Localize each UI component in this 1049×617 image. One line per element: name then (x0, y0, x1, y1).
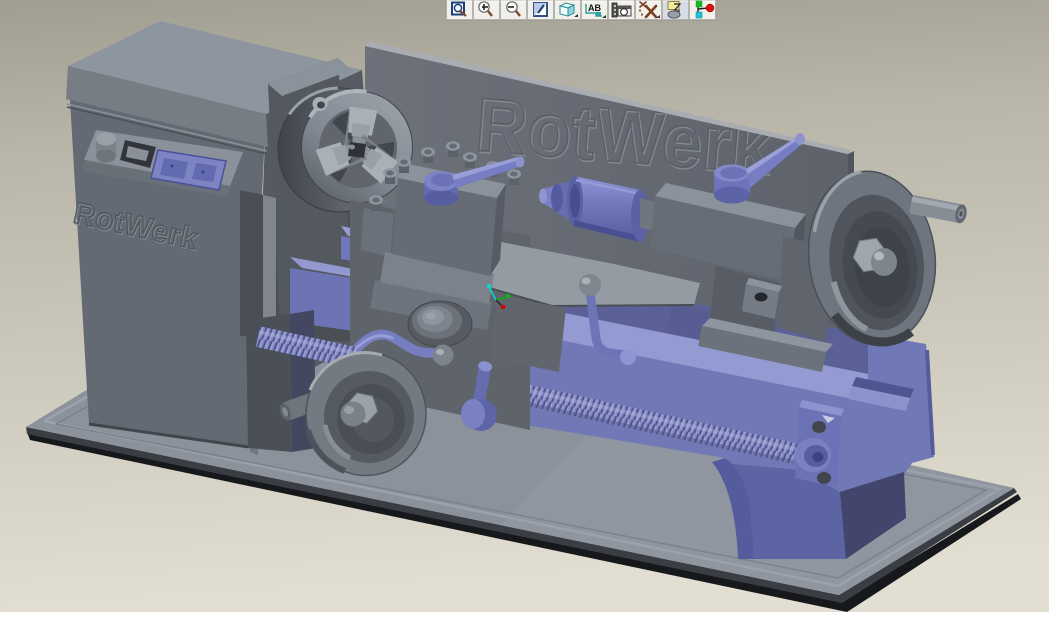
svg-text:AB: AB (588, 3, 601, 13)
